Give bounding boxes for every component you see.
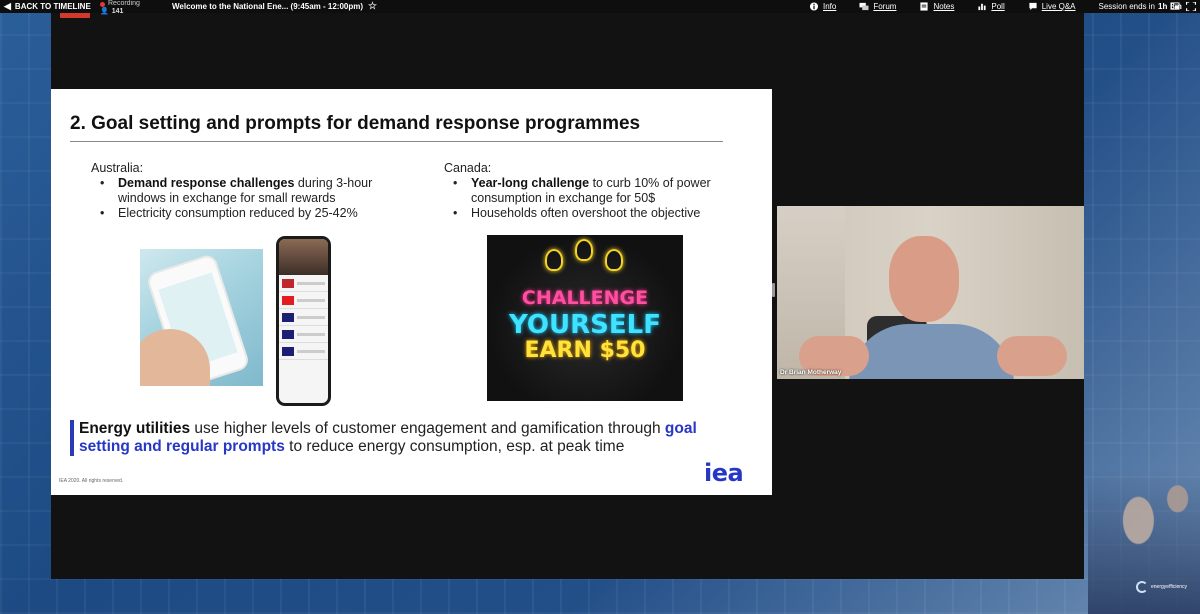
speaker-hand-right <box>997 336 1067 376</box>
recording-indicator: Recording <box>100 0 140 8</box>
slide-copyright: IEA 2020. All rights reserved. <box>59 478 124 484</box>
canada-bullets: Year-long challenge to curb 10% of power… <box>444 176 764 221</box>
nav-live-qa-label: Live Q&A <box>1041 2 1076 11</box>
back-to-timeline-button[interactable]: ◀ BACK TO TIMELINE <box>0 1 108 12</box>
picture-in-picture-icon[interactable] <box>1170 2 1180 11</box>
fullscreen-icon[interactable] <box>1186 2 1196 11</box>
lightbulb-icon <box>545 249 563 271</box>
swirl-logo-icon <box>1136 581 1148 593</box>
slide-title: 2. Goal setting and prompts for demand r… <box>70 113 641 134</box>
info-icon <box>809 2 819 11</box>
speaker-video: Dr Brian Motherway <box>777 206 1084 379</box>
nav-forum-label: Forum <box>873 2 897 11</box>
canada-bullet-1-bold: Year-long challenge <box>471 176 590 190</box>
challenge-yourself-neon-image: CHALLENGE YOURSELF EARN $50 <box>487 235 683 401</box>
person-icon: 👤 <box>100 8 109 15</box>
poll-icon <box>978 3 986 11</box>
viewer-count: 👤 141 <box>100 8 140 16</box>
nav-poll[interactable]: Poll <box>977 2 1005 11</box>
slide-divider <box>70 141 723 142</box>
watermark-text: energyefficiency <box>1151 584 1188 590</box>
speaker-head <box>889 236 959 322</box>
viewer-count-value: 141 <box>111 8 124 15</box>
top-bar: ◀ BACK TO TIMELINE Welcome to the Nation… <box>0 0 1200 13</box>
session-ends-label: Session ends in <box>1098 2 1155 11</box>
speaker-name-label: Dr Brian Motherway <box>780 369 842 376</box>
session-ends-hours: 1h <box>1158 2 1168 11</box>
presentation-slide: 2. Goal setting and prompts for demand r… <box>51 89 772 495</box>
australia-bullet-2: Electricity consumption reduced by 25-42… <box>91 206 411 221</box>
neon-line-2: YOURSELF <box>509 310 661 340</box>
neon-line-3: EARN $50 <box>524 338 646 363</box>
nav-live-qa[interactable]: Live Q&A <box>1028 2 1076 11</box>
phone-in-hand-image <box>140 249 263 386</box>
canada-heading: Canada: <box>444 161 492 175</box>
canada-column: Canada: Year-long challenge to curb 10% … <box>444 161 764 221</box>
nav-notes[interactable]: Notes <box>919 2 954 11</box>
takeaway-text: Energy utilities use higher levels of cu… <box>79 420 719 456</box>
neon-line-1: CHALLENGE <box>521 287 649 309</box>
recording-status: Recording 👤 141 <box>100 0 140 16</box>
resize-handle[interactable] <box>772 283 775 297</box>
canada-bullet-2: Households often overshoot the objective <box>444 206 764 221</box>
australia-bullets: Demand response challenges during 3-hour… <box>91 176 411 221</box>
recording-label: Recording <box>108 0 140 7</box>
session-title-text: Welcome to the National Ene... (9:45am -… <box>172 2 364 11</box>
lightbulb-icon <box>605 249 623 271</box>
lightbulb-icon <box>575 239 593 261</box>
top-nav: Info Forum Notes Poll Live Q&A Session e… <box>809 0 1182 13</box>
takeaway-part-1: Energy utilities <box>79 420 191 437</box>
takeaway-part-2: use higher levels of customer engagement… <box>190 420 665 437</box>
record-dot-icon <box>100 1 105 7</box>
notes-icon <box>920 2 929 11</box>
star-icon[interactable]: ☆ <box>368 1 377 12</box>
takeaway-accent-bar <box>70 420 74 456</box>
back-to-timeline-label: BACK TO TIMELINE <box>14 2 91 11</box>
topbar-right-icons <box>1170 0 1196 13</box>
arrow-left-icon: ◀ <box>4 1 11 11</box>
watermark-logo: energyefficiency <box>1136 581 1187 593</box>
nav-forum[interactable]: Forum <box>859 2 896 11</box>
australia-bullet-1-bold: Demand response challenges <box>118 176 295 190</box>
takeaway-part-4: to reduce energy consumption, esp. at pe… <box>284 438 625 455</box>
iea-logo: iea <box>704 459 744 487</box>
australia-bullet-1: Demand response challenges during 3-hour… <box>91 176 411 206</box>
rewards-app-image <box>276 236 331 406</box>
nav-notes-label: Notes <box>933 2 955 11</box>
australia-column: Australia: Demand response challenges du… <box>91 161 411 221</box>
australia-heading: Australia: <box>91 161 144 175</box>
nav-info[interactable]: Info <box>809 2 836 11</box>
forum-icon <box>859 2 869 11</box>
chat-icon <box>1029 2 1037 11</box>
session-title: Welcome to the National Ene... (9:45am -… <box>172 0 377 13</box>
nav-poll-label: Poll <box>991 2 1005 11</box>
nav-info-label: Info <box>823 2 837 11</box>
canada-bullet-1: Year-long challenge to curb 10% of power… <box>444 176 764 206</box>
